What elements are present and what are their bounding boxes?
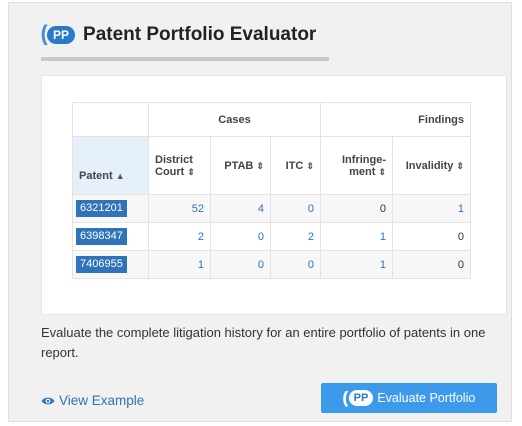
description-text: Evaluate the complete litigation history… <box>41 325 486 360</box>
group-findings: Findings <box>320 102 471 137</box>
column-invalidity[interactable]: Invalidity ⇕ <box>392 136 471 195</box>
group-cases: Cases <box>148 102 321 137</box>
district-court-count[interactable]: 1 <box>198 259 204 271</box>
itc-count[interactable]: 0 <box>308 203 314 215</box>
column-patent[interactable]: Patent ▲ <box>72 136 149 195</box>
example-table-panel: Cases Findings Patent ▲ District Court ⇕… <box>41 75 507 315</box>
column-itc[interactable]: ITC ⇕ <box>270 136 321 195</box>
infringement-count: 0 <box>379 202 386 215</box>
column-infringement[interactable]: Infringe- ment ⇕ <box>320 136 393 195</box>
invalidity-count[interactable]: 1 <box>458 203 464 215</box>
pp-logo: (( PP <box>41 22 76 46</box>
patent-cell[interactable]: 6398347 <box>72 222 149 251</box>
evaluator-card: (( PP Patent Portfolio Evaluator Cases F… <box>8 2 512 422</box>
page-title: Patent Portfolio Evaluator <box>83 23 317 45</box>
patent-cell[interactable]: 6321201 <box>72 194 149 223</box>
district-court-count[interactable]: 52 <box>192 203 204 215</box>
evaluate-portfolio-button[interactable]: (( PP Evaluate Portfolio <box>321 383 497 413</box>
table-row: 7406955 1 0 0 1 0 <box>72 250 471 279</box>
itc-count[interactable]: 2 <box>308 231 314 243</box>
patent-cell[interactable]: 7406955 <box>72 250 149 279</box>
infringement-count[interactable]: 1 <box>380 231 386 243</box>
table-row: 6321201 52 4 0 0 1 <box>72 194 471 223</box>
ptab-count[interactable]: 4 <box>258 203 264 215</box>
view-example-link[interactable]: View Example <box>41 393 144 408</box>
column-invalidity-label: Invalidity <box>405 159 454 172</box>
column-patent-label: Patent <box>79 170 113 182</box>
pp-logo-badge: PP <box>47 25 76 44</box>
patent-number-tag[interactable]: 6398347 <box>76 228 127 245</box>
sort-icon: ⇕ <box>256 160 264 171</box>
group-spacer <box>72 102 149 137</box>
infringement-count[interactable]: 1 <box>380 259 386 271</box>
sort-asc-icon: ▲ <box>115 171 125 181</box>
ptab-count[interactable]: 0 <box>258 231 264 243</box>
litigation-table: Cases Findings Patent ▲ District Court ⇕… <box>72 102 471 279</box>
eye-icon <box>41 397 55 404</box>
column-ptab-label: PTAB <box>224 159 254 172</box>
patent-number-tag[interactable]: 6321201 <box>76 200 127 217</box>
patent-number-tag[interactable]: 7406955 <box>76 256 127 273</box>
sort-icon: ⇕ <box>456 160 464 171</box>
invalidity-count: 0 <box>457 258 464 271</box>
pp-logo-badge: PP <box>348 390 374 406</box>
evaluate-portfolio-label: Evaluate Portfolio <box>377 391 476 405</box>
sort-icon: ⇕ <box>187 166 195 177</box>
column-district-court[interactable]: District Court ⇕ <box>148 136 211 195</box>
table-row: 6398347 2 0 2 1 0 <box>72 222 471 251</box>
district-court-count[interactable]: 2 <box>198 231 204 243</box>
itc-count[interactable]: 0 <box>308 259 314 271</box>
sort-icon: ⇕ <box>378 166 386 177</box>
view-example-label: View Example <box>59 393 145 408</box>
invalidity-count: 0 <box>457 230 464 243</box>
title-underline <box>41 57 329 61</box>
card-header: (( PP Patent Portfolio Evaluator <box>41 22 317 46</box>
sort-icon: ⇕ <box>306 160 314 171</box>
column-itc-label: ITC <box>285 159 304 172</box>
ptab-count[interactable]: 0 <box>258 259 264 271</box>
column-ptab[interactable]: PTAB ⇕ <box>210 136 271 195</box>
